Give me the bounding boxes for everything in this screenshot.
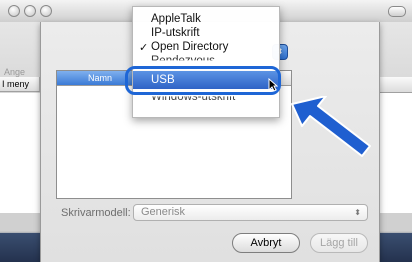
background-partial-label: Ange	[4, 67, 26, 77]
background-list-left	[0, 93, 41, 213]
menu-item-appletalk[interactable]: AppleTalk	[151, 13, 201, 25]
checkmark-icon: ✓	[139, 42, 149, 54]
mouse-pointer-icon	[268, 78, 278, 92]
minimize-window-button[interactable]	[24, 5, 36, 17]
cancel-button[interactable]: Avbryt	[232, 233, 300, 253]
background-list-right	[378, 93, 412, 213]
menu-item-open-directory[interactable]: Open Directory	[151, 41, 228, 53]
printer-model-label: Skrivarmodell:	[61, 207, 131, 219]
printer-model-value: Generisk	[141, 206, 186, 218]
menu-item-ip-printing[interactable]: IP-utskrift	[151, 27, 200, 39]
add-button[interactable]: Lägg till	[310, 233, 368, 253]
zoom-window-button[interactable]	[40, 5, 52, 17]
toolbar-toggle-button[interactable]	[388, 6, 406, 17]
connection-type-menu: AppleTalk IP-utskrift ✓ Open Directory R…	[132, 6, 280, 118]
window-frame: Ange I meny ⬍ Namn Skrivarmodell: Generi…	[0, 0, 412, 262]
printer-model-select[interactable]: Generisk ⬍	[133, 204, 368, 221]
background-column-header-right	[378, 77, 412, 93]
pointing-arrow-icon	[291, 96, 371, 157]
usb-highlight-ring	[125, 66, 281, 95]
select-arrows-icon: ⬍	[354, 208, 361, 217]
close-window-button[interactable]	[8, 5, 20, 17]
background-column-header: I meny	[0, 77, 40, 92]
